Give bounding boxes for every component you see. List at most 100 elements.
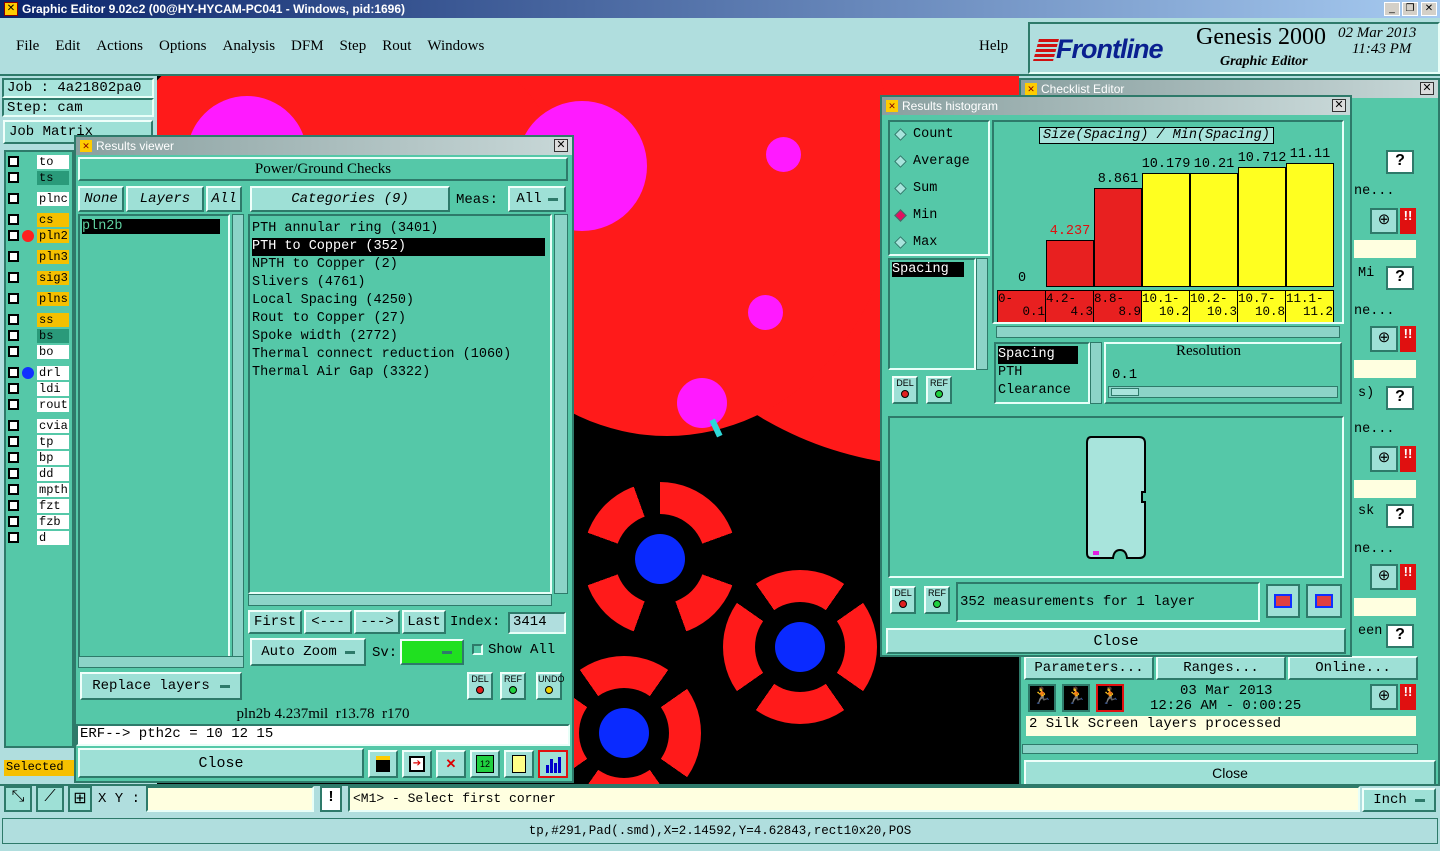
prev-button[interactable]: <---: [304, 610, 352, 634]
layer-row[interactable]: ldi: [8, 381, 69, 396]
histogram-close-button[interactable]: Close: [886, 628, 1346, 654]
grid-icon[interactable]: ⊞: [68, 786, 92, 812]
category-item[interactable]: Slivers (4761): [252, 274, 545, 292]
zoom-out-feature-icon[interactable]: [1306, 584, 1342, 618]
clear-ref-icon[interactable]: ✕: [436, 750, 466, 778]
online-button[interactable]: Online...: [1288, 656, 1418, 680]
zoom-icon[interactable]: ⊕: [1370, 446, 1398, 472]
preview-ref-button[interactable]: REF: [924, 586, 950, 614]
fields-scrollbar[interactable]: [1090, 342, 1102, 404]
undo-button[interactable]: UNDO: [536, 672, 565, 700]
layer-row[interactable]: pln3: [8, 249, 69, 264]
slider-thumb[interactable]: [1111, 388, 1139, 396]
category-item[interactable]: Thermal connect reduction (1060): [252, 346, 545, 364]
zoom-icon[interactable]: ⊕: [1370, 564, 1398, 590]
categories-hscrollbar[interactable]: [248, 594, 552, 606]
layer-checkbox[interactable]: [8, 214, 19, 225]
category-item[interactable]: PTH annular ring (3401): [252, 220, 545, 238]
histogram-bar[interactable]: [1190, 173, 1238, 287]
layer-row[interactable]: pln2: [8, 228, 69, 243]
layer-checkbox[interactable]: [8, 272, 19, 283]
category-item-selected[interactable]: PTH to Copper (352): [252, 238, 545, 256]
menu-step[interactable]: Step: [340, 38, 367, 55]
layer-checkbox[interactable]: [8, 251, 19, 262]
layer-checkbox[interactable]: [8, 516, 19, 527]
histogram-del-button[interactable]: DEL: [892, 376, 918, 404]
ranges-button[interactable]: Ranges...: [1156, 656, 1286, 680]
notes-icon[interactable]: [504, 750, 534, 778]
help-icon[interactable]: ?: [1386, 266, 1414, 290]
close-icon[interactable]: ✕: [554, 139, 568, 152]
category-item[interactable]: NPTH to Copper (2): [252, 256, 545, 274]
layer-checkbox[interactable]: [8, 383, 19, 394]
close-window-button[interactable]: ✕: [1421, 2, 1437, 16]
layer-checkbox[interactable]: [8, 468, 19, 479]
layer-checkbox[interactable]: [8, 500, 19, 511]
layer-checkbox[interactable]: [8, 399, 19, 410]
layers-scrollbar[interactable]: [232, 214, 244, 658]
layer-row[interactable]: plnc: [8, 191, 69, 206]
checklist-hscrollbar[interactable]: [1022, 744, 1418, 754]
layer-row[interactable]: tp: [8, 434, 69, 449]
report-icon[interactable]: [368, 750, 398, 778]
layer-checkbox[interactable]: [8, 314, 19, 325]
layer-checkbox[interactable]: [8, 293, 19, 304]
layer-row[interactable]: fzt: [8, 498, 69, 513]
layer-checkbox[interactable]: [8, 172, 19, 183]
menu-dfm[interactable]: DFM: [291, 38, 324, 55]
field-item-selected[interactable]: Spacing: [998, 346, 1078, 364]
alert-icon[interactable]: !!: [1400, 326, 1416, 352]
layer-row[interactable]: bo: [8, 344, 69, 359]
layer-checkbox[interactable]: [8, 193, 19, 204]
menu-windows[interactable]: Windows: [427, 38, 484, 55]
menu-analysis[interactable]: Analysis: [223, 38, 276, 55]
index-input[interactable]: 3414: [508, 612, 566, 634]
layer-row[interactable]: plns: [8, 291, 69, 306]
layers-hscrollbar[interactable]: [78, 656, 244, 668]
export-icon[interactable]: ➔: [402, 750, 432, 778]
field-item[interactable]: PTH: [998, 364, 1078, 382]
layer-checkbox[interactable]: [8, 367, 19, 378]
xy-input[interactable]: [146, 786, 314, 812]
mode-sum[interactable]: Sum: [894, 181, 937, 196]
layer-row[interactable]: drl: [8, 365, 69, 380]
layer-row[interactable]: ts: [8, 170, 69, 185]
layer-checkbox[interactable]: [8, 532, 19, 543]
minimize-button[interactable]: _: [1384, 2, 1400, 16]
run-icon[interactable]: 🏃: [1028, 684, 1056, 712]
mode-average[interactable]: Average: [894, 154, 970, 169]
all-button[interactable]: All: [206, 186, 242, 212]
resolution-slider[interactable]: [1108, 386, 1338, 398]
layer-checkbox[interactable]: [8, 156, 19, 167]
preview-del-button[interactable]: DEL: [890, 586, 916, 614]
layer-list-item[interactable]: pln2b: [82, 219, 220, 234]
results-viewer-close-button[interactable]: Close: [78, 748, 364, 778]
zoom-icon[interactable]: ⊕: [1370, 326, 1398, 352]
zoom-fit-icon[interactable]: ⤡: [4, 786, 32, 812]
menu-help[interactable]: Help: [979, 38, 1008, 55]
next-button[interactable]: --->: [354, 610, 400, 634]
layer-row[interactable]: to: [8, 154, 69, 169]
layer-row[interactable]: fzb: [8, 514, 69, 529]
layer-row[interactable]: bs: [8, 328, 69, 343]
layer-checkbox[interactable]: [8, 436, 19, 447]
replace-layers-dropdown[interactable]: Replace layers: [80, 672, 242, 700]
categories-button[interactable]: Categories (9): [250, 186, 450, 212]
layers-button[interactable]: Layers: [126, 186, 204, 212]
zoom-icon[interactable]: ⊕: [1370, 208, 1398, 234]
histogram-icon[interactable]: [538, 750, 568, 778]
histogram-hscrollbar[interactable]: [996, 326, 1340, 338]
categories-scrollbar[interactable]: [554, 214, 568, 594]
layer-row[interactable]: rout: [8, 397, 69, 412]
category-item[interactable]: Thermal Air Gap (3322): [252, 364, 545, 382]
menu-edit[interactable]: Edit: [55, 38, 80, 55]
mode-count[interactable]: Count: [894, 127, 954, 142]
alert-icon[interactable]: !!: [1400, 684, 1416, 710]
histogram-ref-button[interactable]: REF: [926, 376, 952, 404]
measure-icon[interactable]: ⟋: [36, 786, 64, 812]
histogram-bar[interactable]: [1286, 163, 1334, 287]
layer-row[interactable]: d: [8, 530, 69, 545]
parameters-button[interactable]: Parameters...: [1024, 656, 1154, 680]
del-button[interactable]: DEL: [467, 672, 493, 700]
category-item[interactable]: Local Spacing (4250): [252, 292, 545, 310]
